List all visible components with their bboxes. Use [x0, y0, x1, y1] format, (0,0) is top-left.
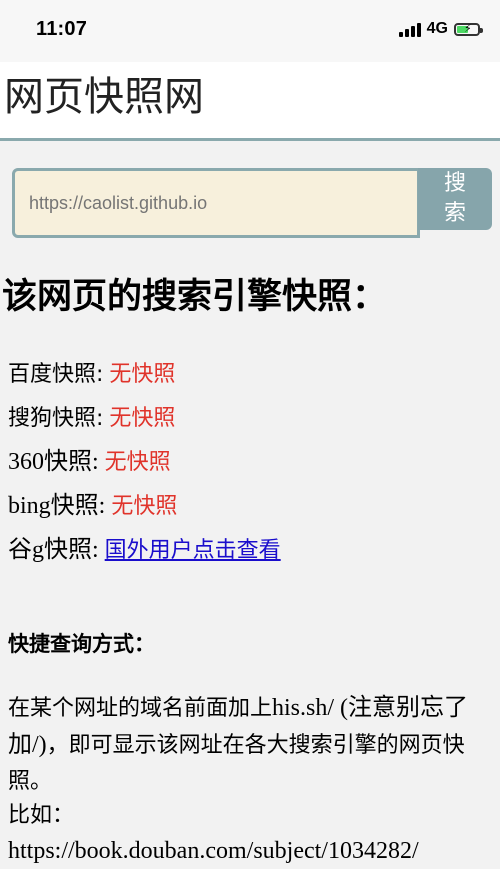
- engine-row-360: 360快照: 无快照: [8, 444, 281, 488]
- site-header: 网页快照网: [0, 62, 500, 141]
- search-button-label-1: 搜: [443, 171, 466, 196]
- engine-name: 百度快照:: [8, 362, 104, 387]
- charging-icon: ⚡: [464, 21, 472, 35]
- engine-name: 谷g快照:: [8, 537, 99, 563]
- snapshot-status: 无快照: [109, 406, 176, 431]
- search-input[interactable]: [12, 168, 420, 238]
- engine-row-baidu: 百度快照: 无快照: [8, 356, 281, 400]
- status-time: 11:07: [36, 18, 88, 40]
- engine-row-bing: bing快照: 无快照: [8, 488, 281, 532]
- engine-list: 百度快照: 无快照 搜狗快照: 无快照 360快照: 无快照 bing快照: 无…: [8, 356, 281, 576]
- desc-part-1: 在某个网址的域名前面加上: [8, 696, 273, 721]
- snapshot-status: 无快照: [111, 494, 178, 519]
- status-indicators: 4G ⚡: [398, 20, 483, 38]
- engine-row-google: 谷g快照: 国外用户点击查看: [8, 532, 281, 576]
- example-url: https://book.douban.com/subject/1034282/: [8, 838, 419, 864]
- search-bar: 搜 索: [12, 168, 492, 238]
- signal-icon: [398, 21, 421, 37]
- engine-name: bing快照:: [8, 493, 106, 519]
- search-button-label-2: 索: [443, 201, 466, 226]
- engine-name: 360快照:: [8, 449, 99, 475]
- quick-query-heading: 快捷查询方式：: [8, 632, 155, 656]
- google-snapshot-link[interactable]: 国外用户点击查看: [105, 538, 281, 563]
- battery-icon: ⚡: [454, 21, 483, 36]
- status-bar: 11:07 4G ⚡: [0, 0, 500, 62]
- snapshot-heading: 该网页的搜索引擎快照：: [2, 277, 388, 317]
- desc-part-2: ，即可显示该网址在各大搜索引擎的网页快照。: [8, 733, 465, 794]
- snapshot-status: 无快照: [104, 450, 171, 475]
- example-label: 比如：: [8, 803, 75, 828]
- engine-row-sogou: 搜狗快照: 无快照: [8, 400, 281, 444]
- network-label: 4G: [426, 20, 448, 37]
- engine-name: 搜狗快照:: [8, 406, 104, 431]
- snapshot-status: 无快照: [109, 362, 176, 387]
- search-button[interactable]: 搜 索: [418, 168, 492, 230]
- quick-query-description: 在某个网址的域名前面加上his.sh/ (注意别忘了加/)，即可显示该网址在各大…: [8, 690, 496, 800]
- site-title[interactable]: 网页快照网: [4, 72, 204, 122]
